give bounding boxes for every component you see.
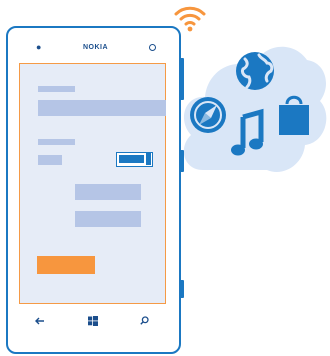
toggle-fill [119, 155, 144, 163]
front-camera-icon [149, 44, 156, 51]
globe-icon [236, 52, 274, 90]
phone-screen [19, 63, 166, 304]
illustration: ● NOKIA [0, 0, 330, 356]
camera-button [180, 280, 184, 298]
power-button [180, 150, 184, 172]
input-placeholder[interactable] [38, 100, 166, 116]
value-placeholder [38, 155, 62, 165]
toggle-knob [146, 153, 151, 165]
primary-button[interactable] [37, 256, 95, 274]
label-placeholder [38, 139, 75, 145]
search-icon[interactable] [140, 316, 149, 325]
windows-start-icon[interactable] [88, 316, 98, 326]
button-placeholder[interactable] [75, 184, 141, 200]
compass-icon [190, 97, 226, 133]
toggle-switch[interactable] [116, 152, 153, 167]
volume-button [180, 58, 184, 100]
label-placeholder [38, 86, 75, 92]
button-placeholder[interactable] [75, 211, 141, 227]
phone-brand: NOKIA [82, 44, 109, 51]
cloud-services [183, 46, 327, 173]
back-arrow-icon[interactable] [35, 317, 45, 325]
